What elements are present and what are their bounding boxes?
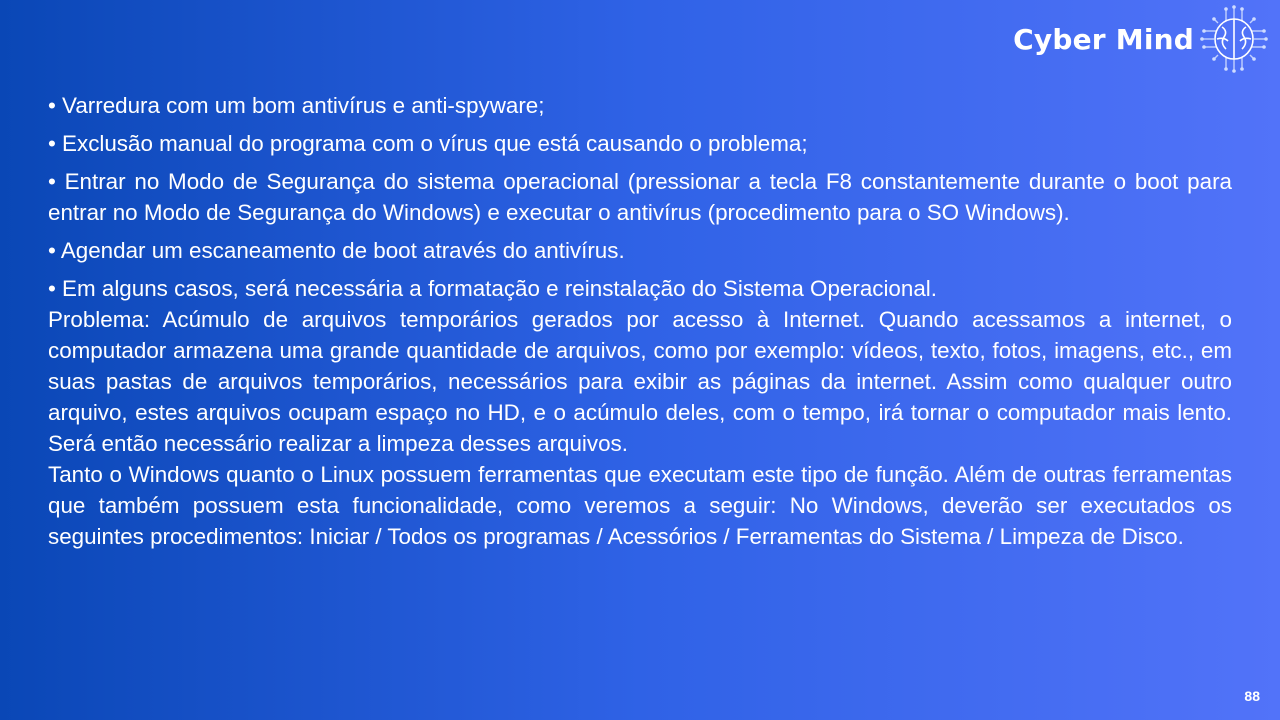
bullet-item: • Varredura com um bom antivírus e anti-… xyxy=(48,93,545,118)
logo: Cyber Mind xyxy=(1013,5,1268,73)
bullet-item: • Entrar no Modo de Segurança do sistema… xyxy=(48,169,1232,225)
logo-text: Cyber Mind xyxy=(1013,22,1194,56)
brain-circuit-icon xyxy=(1200,5,1268,73)
paragraph: Problema: Acúmulo de arquivos temporário… xyxy=(48,307,1232,456)
slide-content: • Varredura com um bom antivírus e anti-… xyxy=(48,90,1232,552)
bullet-item: • Exclusão manual do programa com o víru… xyxy=(48,131,808,156)
page-number: 88 xyxy=(1244,688,1260,704)
bullet-item: • Agendar um escaneamento de boot atravé… xyxy=(48,238,625,263)
paragraph: Tanto o Windows quanto o Linux possuem f… xyxy=(48,462,1232,549)
bullet-item: • Em alguns casos, será necessária a for… xyxy=(48,276,937,301)
